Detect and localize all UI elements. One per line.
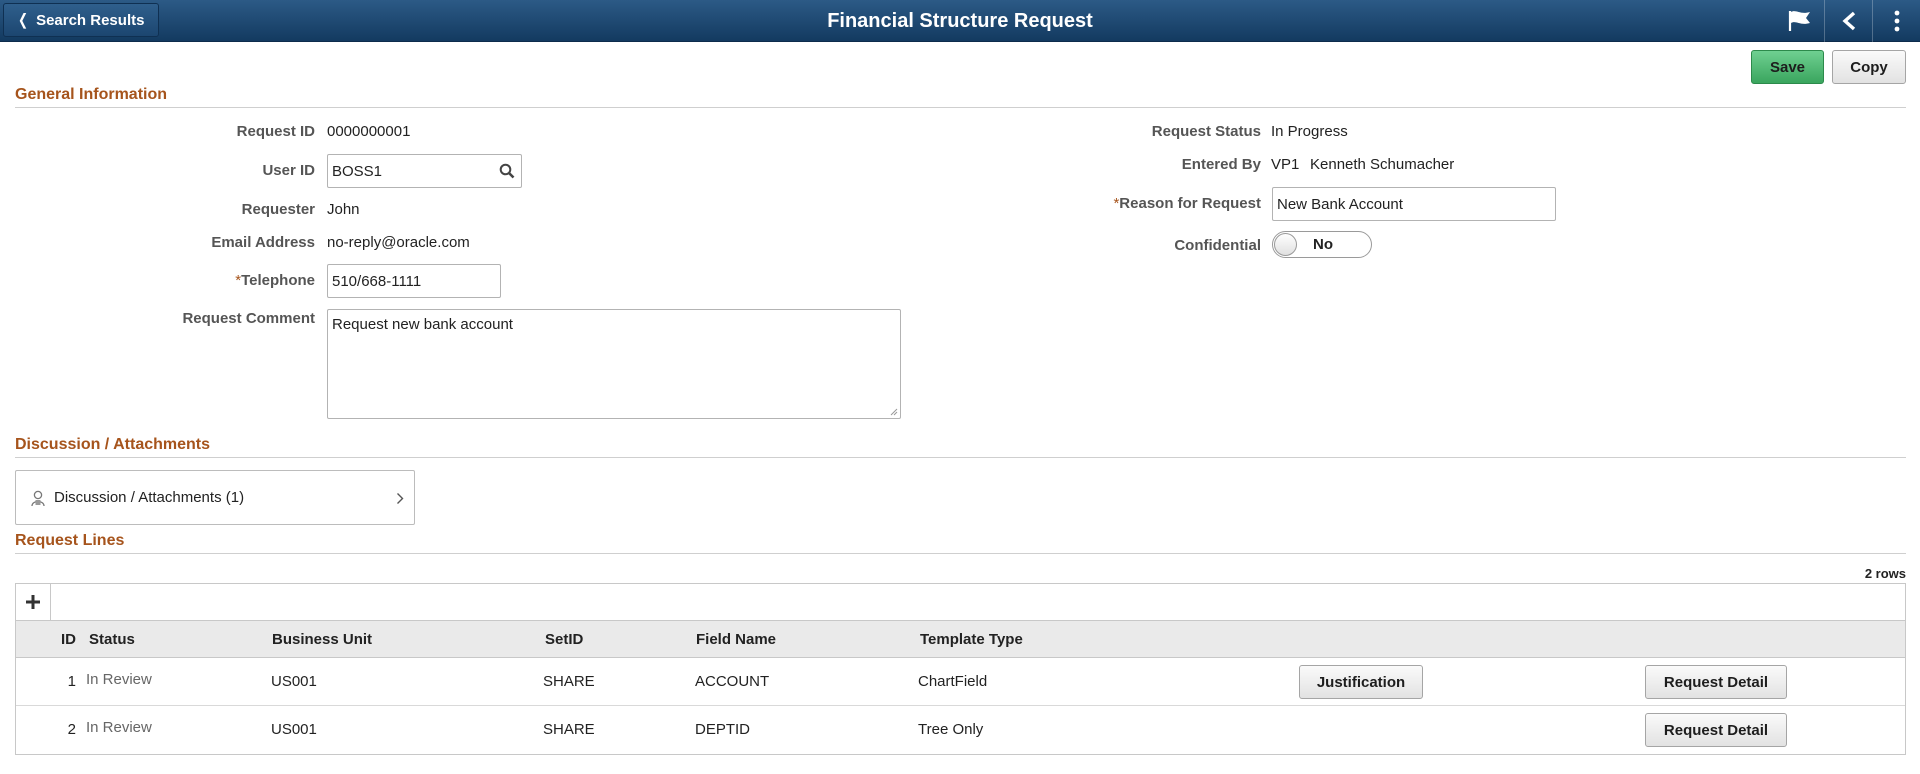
request-comment-label: Request Comment bbox=[182, 310, 315, 327]
confidential-toggle[interactable]: No bbox=[1272, 231, 1372, 258]
request-id-value: 0000000001 bbox=[327, 123, 411, 140]
request-status-label: Request Status bbox=[1151, 123, 1261, 140]
discussion-attachments-label: Discussion / Attachments (1) bbox=[54, 489, 245, 506]
row-field-name: ACCOUNT bbox=[695, 673, 770, 690]
requester-label: Requester bbox=[241, 201, 315, 218]
search-icon[interactable] bbox=[499, 163, 515, 179]
row-setid: SHARE bbox=[543, 673, 595, 690]
back-arrow-icon[interactable] bbox=[1824, 0, 1872, 42]
chevron-right-icon bbox=[397, 493, 404, 504]
grid-toolbar bbox=[15, 583, 1906, 620]
request-comment-field[interactable]: Request new bank account bbox=[327, 309, 901, 419]
column-header-field-name: Field Name bbox=[696, 631, 777, 648]
discussion-attachments-header: Discussion / Attachments bbox=[15, 436, 1906, 458]
row-status: In Review bbox=[86, 671, 152, 688]
banner-actions bbox=[1776, 0, 1920, 42]
row-template-type: Tree Only bbox=[918, 721, 984, 738]
column-header-id: ID bbox=[61, 631, 76, 648]
user-id-value: BOSS1 bbox=[332, 162, 383, 180]
table-row: 1 In Review US001 SHARE ACCOUNT ChartFie… bbox=[16, 658, 1905, 706]
reason-for-request-value: New Bank Account bbox=[1277, 195, 1403, 213]
general-information-header: General Information bbox=[15, 86, 1906, 108]
telephone-label: *Telephone bbox=[235, 272, 315, 289]
request-id-label: Request ID bbox=[236, 123, 315, 140]
reason-for-request-label: *Reason for Request bbox=[1113, 195, 1261, 212]
column-header-status: Status bbox=[89, 631, 135, 648]
justification-button[interactable]: Justification bbox=[1299, 665, 1423, 699]
grid-header: ID Status Business Unit SetID Field Name… bbox=[16, 621, 1905, 658]
request-status-value: In Progress bbox=[1271, 123, 1348, 140]
request-comment-value: Request new bank account bbox=[332, 316, 513, 333]
email-address-value: no-reply@oracle.com bbox=[327, 234, 470, 251]
row-business-unit: US001 bbox=[271, 721, 317, 738]
save-button[interactable]: Save bbox=[1751, 50, 1824, 84]
row-template-type: ChartField bbox=[918, 673, 988, 690]
row-field-name: DEPTID bbox=[695, 721, 751, 738]
search-results-back-button[interactable]: ❮ Search Results bbox=[3, 3, 160, 37]
confidential-label: Confidential bbox=[1174, 237, 1261, 254]
row-setid: SHARE bbox=[543, 721, 595, 738]
column-header-template-type: Template Type bbox=[920, 631, 1023, 648]
row-count: 2 rows bbox=[1864, 566, 1906, 581]
user-id-field[interactable]: BOSS1 bbox=[327, 154, 522, 188]
table-row: 2 In Review US001 SHARE DEPTID Tree Only… bbox=[16, 706, 1905, 754]
entered-by-id: VP1 bbox=[1271, 156, 1300, 173]
copy-button[interactable]: Copy bbox=[1832, 50, 1906, 84]
entered-by-name: Kenneth Schumacher bbox=[1310, 156, 1455, 173]
back-button-label: Search Results bbox=[36, 11, 145, 29]
flag-icon[interactable] bbox=[1776, 0, 1824, 42]
requester-value: John bbox=[327, 201, 360, 218]
add-row-button[interactable] bbox=[16, 584, 51, 620]
request-detail-button[interactable]: Request Detail bbox=[1645, 665, 1787, 699]
request-detail-button[interactable]: Request Detail bbox=[1645, 713, 1787, 747]
resize-grip-icon[interactable] bbox=[890, 408, 898, 416]
page-banner: ❮ Search Results Financial Structure Req… bbox=[0, 0, 1920, 42]
reason-for-request-field[interactable]: New Bank Account bbox=[1272, 187, 1556, 221]
discussion-attachments-link[interactable]: Discussion / Attachments (1) bbox=[15, 470, 415, 525]
request-lines-grid: ID Status Business Unit SetID Field Name… bbox=[15, 620, 1906, 755]
row-business-unit: US001 bbox=[271, 673, 317, 690]
row-status: In Review bbox=[86, 719, 152, 736]
column-header-business-unit: Business Unit bbox=[272, 631, 373, 648]
plus-icon bbox=[26, 595, 40, 609]
discussion-icon bbox=[31, 490, 45, 507]
entered-by-label: Entered By bbox=[1181, 156, 1261, 173]
chevron-left-icon: ❮ bbox=[18, 10, 29, 30]
confidential-toggle-value: No bbox=[1313, 236, 1333, 253]
telephone-value: 510/668-1111 bbox=[332, 272, 422, 290]
telephone-field[interactable]: 510/668-1111 bbox=[327, 264, 501, 298]
email-address-label: Email Address bbox=[211, 234, 315, 251]
request-lines-header: Request Lines bbox=[15, 532, 1906, 554]
row-id: 2 bbox=[67, 721, 76, 738]
toggle-knob bbox=[1274, 233, 1297, 256]
more-actions-icon[interactable] bbox=[1872, 0, 1920, 42]
column-header-setid: SetID bbox=[545, 631, 584, 648]
page-title: Financial Structure Request bbox=[827, 10, 1093, 32]
row-id: 1 bbox=[67, 673, 76, 690]
user-id-label: User ID bbox=[262, 162, 315, 179]
